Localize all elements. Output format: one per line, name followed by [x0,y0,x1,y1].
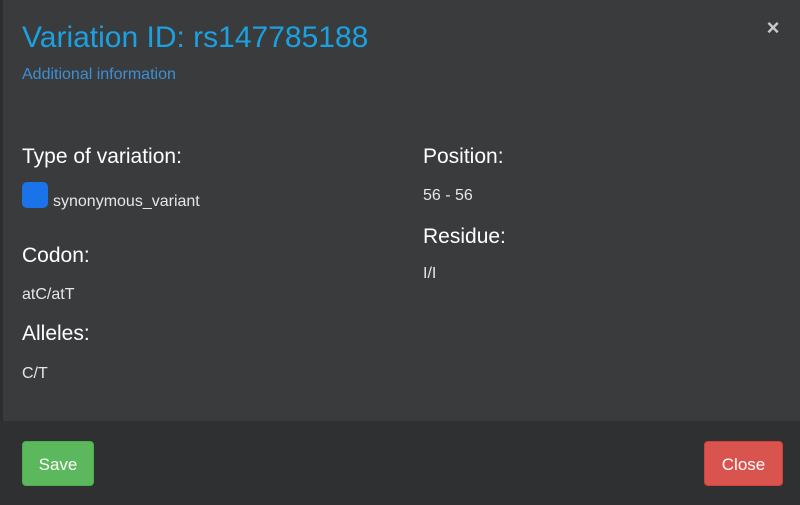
residue-label: Residue: [423,225,506,248]
modal-subtitle: Additional information [22,66,176,83]
type-value: synonymous_variant [53,193,200,210]
alleles-label: Alleles: [22,322,90,345]
modal-title: Variation ID: rs147785188 [22,21,369,54]
residue-value: I/I [423,265,437,282]
close-button[interactable]: Close [704,441,783,486]
modal-footer: Save Close [0,421,800,505]
position-value: 56 - 56 [423,187,473,204]
alleles-value: C/T [22,365,48,382]
codon-value: atC/atT [22,286,75,303]
position-label: Position: [423,145,504,168]
codon-label: Codon: [22,244,90,267]
variant-color-swatch [22,182,48,208]
save-button[interactable]: Save [22,441,94,486]
close-icon[interactable]: × [764,17,782,39]
type-label: Type of variation: [22,145,182,168]
variation-modal: Variation ID: rs147785188 Additional inf… [0,0,800,505]
modal-header: Variation ID: rs147785188 Additional inf… [0,0,800,100]
